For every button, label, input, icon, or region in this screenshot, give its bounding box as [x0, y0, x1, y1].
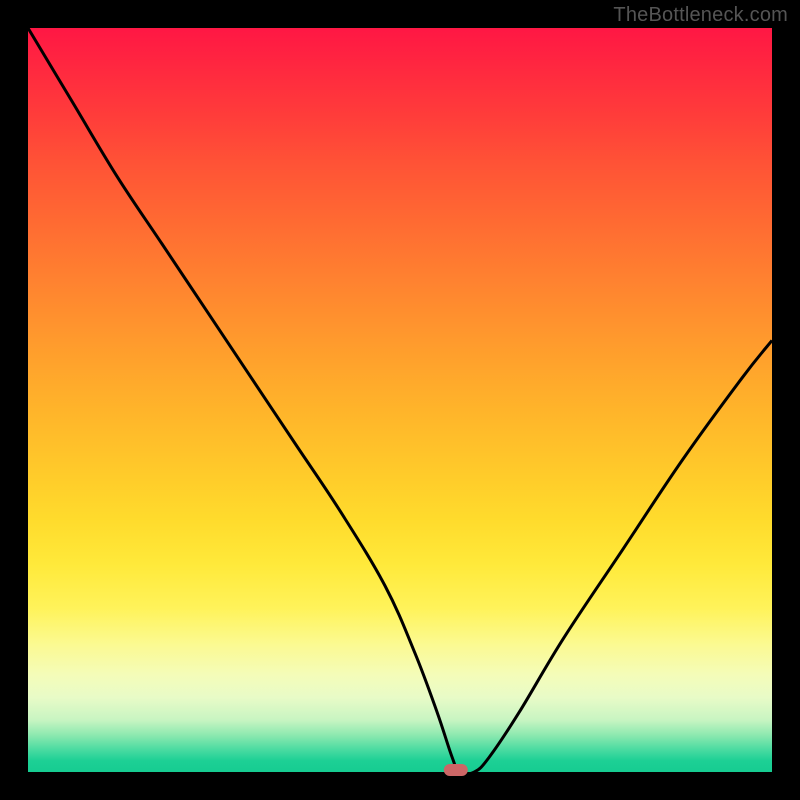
chart-plot-area — [28, 28, 772, 772]
chart-svg — [28, 28, 772, 772]
bottleneck-curve — [28, 28, 772, 774]
optimal-marker — [444, 764, 468, 776]
watermark-text: TheBottleneck.com — [613, 4, 788, 27]
